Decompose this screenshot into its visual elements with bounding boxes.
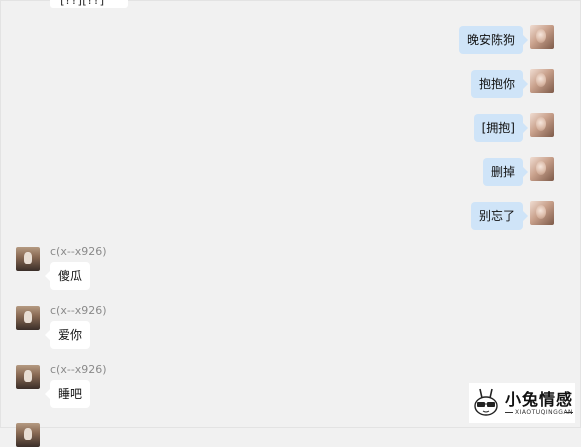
sender-name: c(x--x926) xyxy=(50,363,107,376)
contact-avatar[interactable] xyxy=(16,306,40,330)
watermark-rule xyxy=(565,412,573,413)
sent-message-bubble[interactable]: 抱抱你 xyxy=(470,70,529,98)
received-message-text: 爱你 xyxy=(58,328,83,342)
sent-message-bubble[interactable]: [拥抱] xyxy=(473,114,529,142)
sent-message-text: 删掉 xyxy=(490,165,515,179)
contact-avatar[interactable] xyxy=(16,365,40,389)
contact-avatar[interactable] xyxy=(16,247,40,271)
self-avatar[interactable] xyxy=(530,113,554,137)
partial-message-bubble[interactable]: [??][??] xyxy=(50,0,128,8)
sender-name: c(x--x926) xyxy=(50,245,107,258)
received-message-text: 傻瓜 xyxy=(58,269,83,283)
partial-message-text: [??][??] xyxy=(60,0,105,7)
watermark-logo: 小兔情感 XIAOTUQINGGAN xyxy=(469,383,575,423)
self-avatar[interactable] xyxy=(530,157,554,181)
sender-name: c(x--x926) xyxy=(50,304,107,317)
sent-message-text: 晚安陈狗 xyxy=(466,33,515,47)
sent-message-bubble[interactable]: 删掉 xyxy=(482,158,529,186)
received-message-bubble[interactable]: 睡吧 xyxy=(44,380,91,408)
self-avatar[interactable] xyxy=(530,25,554,49)
sent-message-text: 别忘了 xyxy=(478,209,515,223)
sent-message-bubble[interactable]: 别忘了 xyxy=(470,202,529,230)
watermark-title: 小兔情感 xyxy=(505,390,574,409)
received-message-text: 睡吧 xyxy=(58,387,83,401)
received-message-bubble[interactable]: 傻瓜 xyxy=(44,262,91,290)
sent-message-text: [拥抱] xyxy=(481,121,515,135)
contact-avatar[interactable] xyxy=(16,423,40,447)
self-avatar[interactable] xyxy=(530,201,554,225)
self-avatar[interactable] xyxy=(530,69,554,93)
sent-message-text: 抱抱你 xyxy=(478,77,515,91)
received-message-bubble[interactable]: 爱你 xyxy=(44,321,91,349)
watermark-rule xyxy=(505,412,513,413)
sent-message-bubble[interactable]: 晚安陈狗 xyxy=(458,26,529,54)
rabbit-logo-icon xyxy=(474,388,498,416)
